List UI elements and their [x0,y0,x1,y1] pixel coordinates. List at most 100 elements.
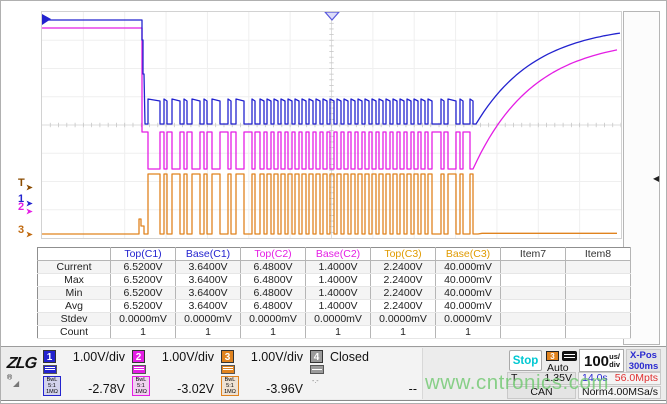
channel-badge[interactable]: 1 [43,350,56,363]
brand-logo: ZLG® ◢ [7,355,39,391]
channel-1-cell[interactable]: 11.00V/divBwL5:11MΩ-2.78V [41,348,131,399]
table-cell: 1.4000V [306,261,371,274]
channel-4-cell[interactable]: 4Closed-.--- [308,348,423,399]
record-time: 14.0s [582,373,608,384]
timebase-box[interactable]: 100 us/ div [579,349,624,372]
registered-mark: ® [7,375,12,382]
marker-arrow-icon: ➤ [26,207,33,217]
waveform-display[interactable] [41,11,622,239]
table-cell [566,326,631,339]
table-cell: 6.5200V [111,300,176,313]
table-cell [566,287,631,300]
run-stop-button[interactable]: Stop [509,350,542,371]
table-row: Min6.5200V3.6400V6.4800V1.4000V2.2400V40… [38,287,631,300]
table-cell: 1 [371,326,436,339]
coupling-icon [43,365,57,374]
table-cell: 40.000mV [436,300,501,313]
table-row: Avg6.5200V3.6400V6.4800V1.4000V2.2400V40… [38,300,631,313]
channel-badge[interactable]: 2 [132,350,145,363]
table-cell: 1 [241,326,306,339]
table-cell [501,313,566,326]
table-header: Base(C1) [176,248,241,261]
channel-badge[interactable]: 4 [310,350,323,363]
coupling-icon [221,365,235,374]
table-cell: 3.6400V [176,274,241,287]
table-cell: 3.6400V [176,300,241,313]
channel-scale: 1.00V/div [73,350,125,364]
xpos-label: X-Pos [630,350,657,361]
table-row: Max6.5200V3.6400V6.4800V1.4000V2.2400V40… [38,274,631,287]
xpos-box[interactable]: X-Pos 300ms [626,349,661,372]
table-header: Top(C1) [111,248,176,261]
table-cell: 40.000mV [436,274,501,287]
table-cell: 1 [176,326,241,339]
oscilloscope-screen: ◀ Top(C1)Base(C1)Top(C2)Base(C2)Top(C3)B… [0,0,667,404]
trigger-source-badge[interactable]: 3 [546,351,559,361]
xpos-value: 300ms [629,361,659,372]
row-label: Max [38,274,111,287]
row-label: Avg [38,300,111,313]
table-cell: 1.4000V [306,274,371,287]
table-header: Item8 [566,248,631,261]
table-row: Count111111 [38,326,631,339]
table-cell: 1 [111,326,176,339]
channel-scale: 1.00V/div [162,350,214,364]
channel-offset: -3.96V [266,382,303,396]
trigger-level-box[interactable]: T 1.35V [507,372,576,385]
brand-name: ZLG [6,355,38,373]
channel-offset: -- [409,382,417,396]
table-cell: 6.5200V [111,261,176,274]
table-cell: 6.4800V [241,287,306,300]
trigger-level-value: 1.35V [545,373,572,384]
table-cell: 1.4000V [306,287,371,300]
table-cell [566,261,631,274]
table-cell: 6.4800V [241,274,306,287]
channel-badge[interactable]: 3 [221,350,234,363]
trigger-t-label: T [511,373,517,384]
table-cell [566,313,631,326]
marker-arrow-icon: ➤ [26,183,33,193]
measurement-table: Top(C1)Base(C1)Top(C2)Base(C2)Top(C3)Bas… [37,247,631,339]
sample-rate: 4.00MSa/s [608,387,658,398]
row-label: Min [38,287,111,300]
table-cell: 0.0000mV [371,313,436,326]
channel-offset: -3.02V [177,382,214,396]
table-cell: 0.0000mV [306,313,371,326]
status-bar: ZLG® ◢ 11.00V/divBwL5:11MΩ-2.78V21.00V/d… [1,346,667,401]
probe-info: BwL5:11MΩ [132,376,150,396]
table-header [38,248,111,261]
table-cell [501,300,566,313]
trigger-type-icon[interactable] [562,351,577,361]
table-cell: 0.0000mV [241,313,306,326]
coupling-icon [132,365,146,374]
marker-3[interactable]: 3➤ [18,225,24,235]
table-cell: 6.5200V [111,274,176,287]
table-header: Top(C2) [241,248,306,261]
waveform-canvas [42,12,621,238]
table-cell: 2.2400V [371,300,436,313]
marker-t[interactable]: T➤ [18,178,25,188]
table-cell [501,274,566,287]
table-cell: 0.0000mV [111,313,176,326]
row-label: Count [38,326,111,339]
channel-2-cell[interactable]: 2 1.00V/div BwL5:11MΩ -3.02V [130,348,220,399]
probe-info: BwL5:11MΩ [43,376,61,396]
probe-info: BwL5:11MΩ [221,376,239,396]
table-cell: 6.4800V [241,261,306,274]
table-cell: 2.2400V [371,261,436,274]
table-header: Base(C3) [436,248,501,261]
table-row: Current6.5200V3.6400V6.4800V1.4000V2.240… [38,261,631,274]
trigger-bus-box[interactable]: CAN [507,386,576,399]
table-cell: 1 [306,326,371,339]
row-label: Stdev [38,313,111,326]
timebase-unit: us/ div [609,353,620,369]
timebase-value: 100 [584,353,609,370]
marker-2[interactable]: 2➤ [18,202,24,212]
table-header: Top(C3) [371,248,436,261]
channel-3-cell[interactable]: 31.00V/divBwL5:11MΩ-3.96V [219,348,309,399]
table-cell: 3.6400V [176,261,241,274]
panel-collapse-arrow-icon[interactable]: ◀ [653,174,659,183]
table-cell: 2.2400V [371,274,436,287]
channel-scale: Closed [330,350,369,364]
table-cell [566,274,631,287]
